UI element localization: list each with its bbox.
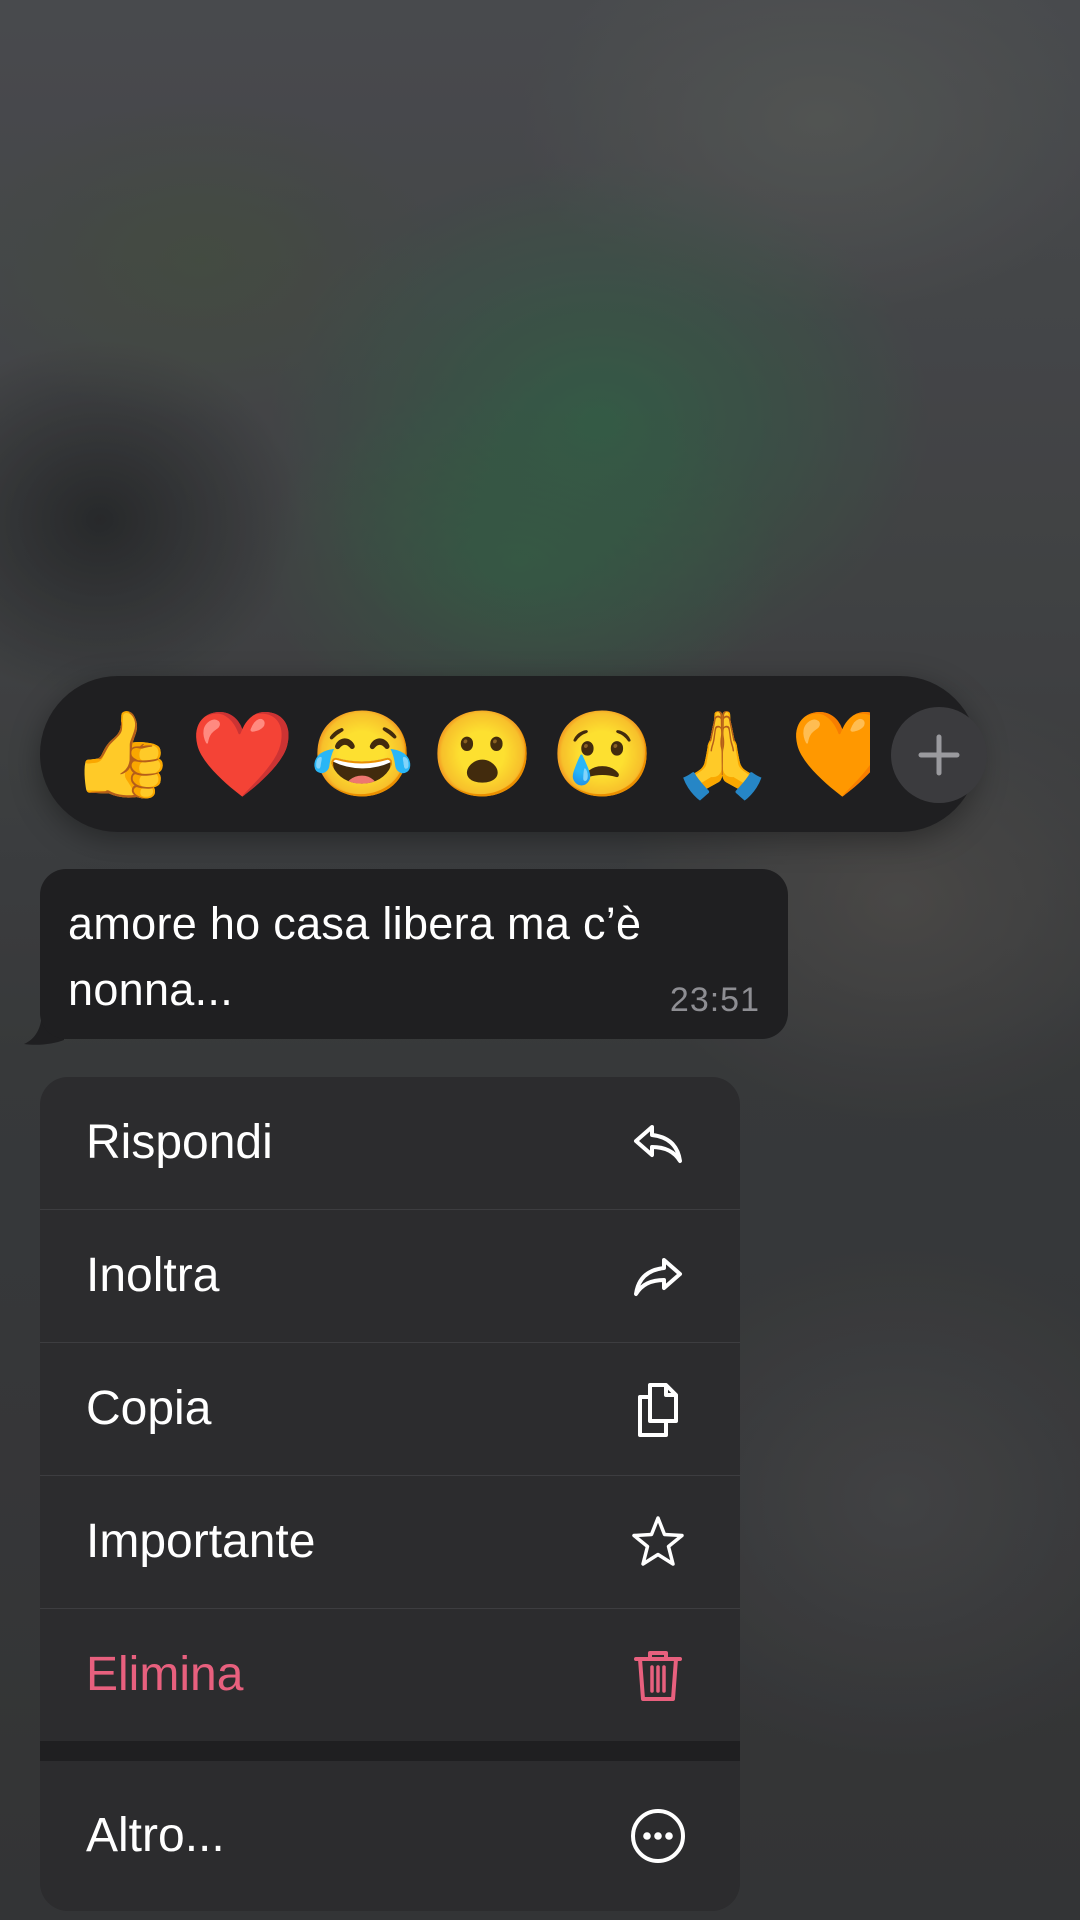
message-time: 23:51 xyxy=(669,981,760,1019)
reaction-thumbs-up[interactable]: 👍 xyxy=(70,704,175,804)
forward-icon xyxy=(634,1258,682,1296)
menu-item-forward[interactable]: Inoltra xyxy=(40,1210,740,1343)
add-reaction-button[interactable] xyxy=(891,707,987,803)
menu-item-label: Inoltra xyxy=(86,1249,220,1302)
reaction-pray[interactable]: 🙏 xyxy=(670,704,775,804)
reaction-surprised[interactable]: 😮 xyxy=(430,704,535,804)
menu-item-delete[interactable]: Elimina xyxy=(40,1609,740,1741)
menu-item-more[interactable]: Altro... xyxy=(40,1761,740,1911)
star-icon xyxy=(632,1516,684,1566)
reaction-orange-heart[interactable]: 🧡 xyxy=(790,704,870,804)
menu-group-more: Altro... xyxy=(40,1761,740,1911)
reaction-bar: 👍 ❤️ 😂 😮 😢 🙏 🧡 xyxy=(40,676,987,832)
context-menu: Rispondi Inoltra Copia Importante Elimin… xyxy=(40,1077,740,1911)
menu-item-star[interactable]: Importante xyxy=(40,1476,740,1609)
more-icon xyxy=(631,1809,685,1863)
message-text: amore ho casa libera ma c’è nonna... xyxy=(68,898,642,1015)
plus-icon xyxy=(918,734,960,776)
reply-icon xyxy=(634,1125,682,1163)
menu-item-copy[interactable]: Copia xyxy=(40,1343,740,1476)
menu-item-label: Altro... xyxy=(86,1809,225,1862)
menu-item-label: Elimina xyxy=(86,1648,244,1701)
menu-item-label: Rispondi xyxy=(86,1116,273,1169)
reaction-heart[interactable]: ❤️ xyxy=(190,704,295,804)
menu-item-label: Copia xyxy=(86,1382,212,1435)
reaction-crying[interactable]: 😢 xyxy=(550,704,655,804)
menu-group-actions: Rispondi Inoltra Copia Importante Elimin… xyxy=(40,1077,740,1741)
menu-item-reply[interactable]: Rispondi xyxy=(40,1077,740,1210)
menu-separator xyxy=(40,1741,740,1761)
menu-item-label: Importante xyxy=(86,1515,316,1568)
copy-icon xyxy=(638,1383,678,1437)
trash-icon xyxy=(634,1651,682,1701)
message-bubble[interactable]: amore ho casa libera ma c’è nonna... 23:… xyxy=(40,869,788,1039)
reaction-laughing[interactable]: 😂 xyxy=(310,704,415,804)
